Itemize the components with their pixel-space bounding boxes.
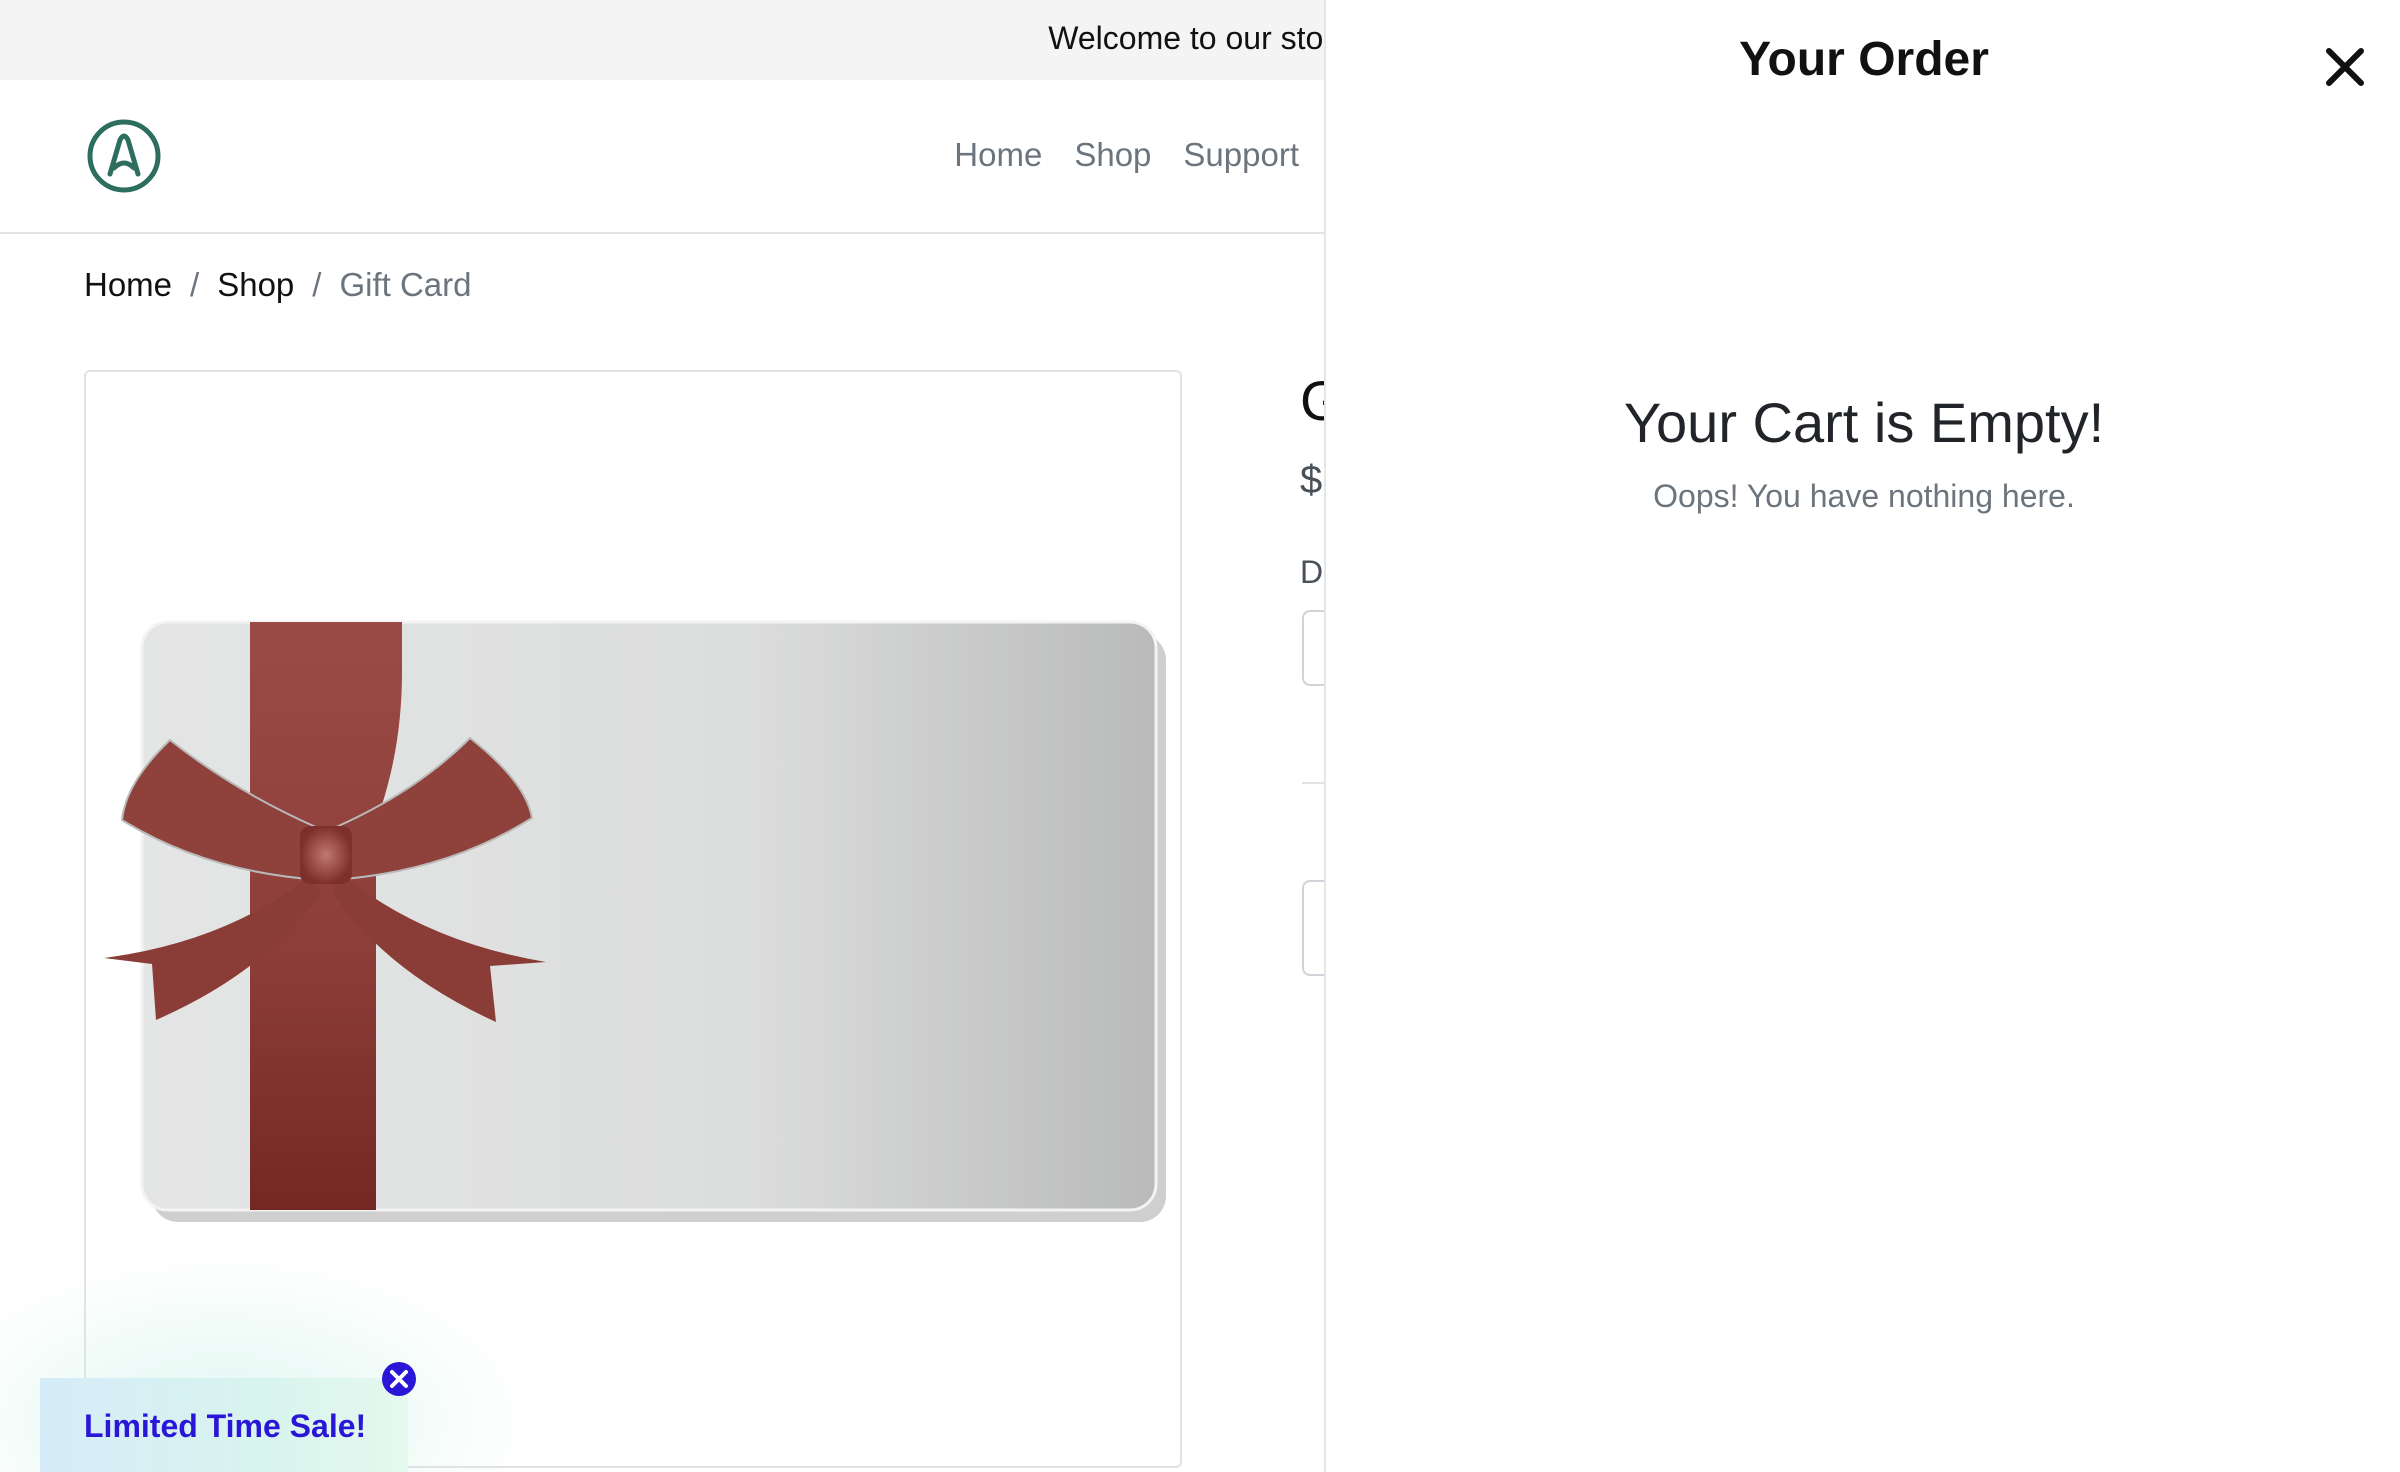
sale-banner-text: Limited Time Sale! (84, 1408, 367, 1444)
page: Welcome to our store Home Shop Support H… (0, 0, 2400, 1472)
cart-drawer: Your Order Your Cart is Empty! Oops! You… (1324, 0, 2400, 1472)
drawer-title: Your Order (1739, 33, 1989, 86)
product-price: $ (1300, 458, 1323, 502)
nav-shop[interactable]: Shop (1074, 136, 1151, 174)
site-header: Home Shop Support (0, 80, 1324, 234)
main-nav: Home Shop Support (954, 136, 1299, 174)
breadcrumb-current: Gift Card (339, 266, 472, 303)
breadcrumb-separator: / (312, 266, 322, 303)
logo-icon[interactable] (86, 118, 162, 194)
empty-cart-message: Oops! You have nothing here. (1653, 478, 2075, 514)
nav-home[interactable]: Home (954, 136, 1042, 174)
product-field-label: D (1300, 554, 1324, 590)
sale-banner[interactable]: Limited Time Sale! (40, 1378, 408, 1472)
breadcrumb-shop[interactable]: Shop (217, 266, 294, 304)
breadcrumb-separator: / (190, 266, 200, 303)
close-icon[interactable] (2320, 42, 2370, 92)
breadcrumb: Home / Shop / Gift Card (84, 266, 472, 304)
empty-cart-title: Your Cart is Empty! (1623, 391, 2105, 454)
breadcrumb-home[interactable]: Home (84, 266, 172, 304)
nav-support[interactable]: Support (1183, 136, 1299, 174)
close-circle-icon[interactable] (380, 1360, 418, 1398)
